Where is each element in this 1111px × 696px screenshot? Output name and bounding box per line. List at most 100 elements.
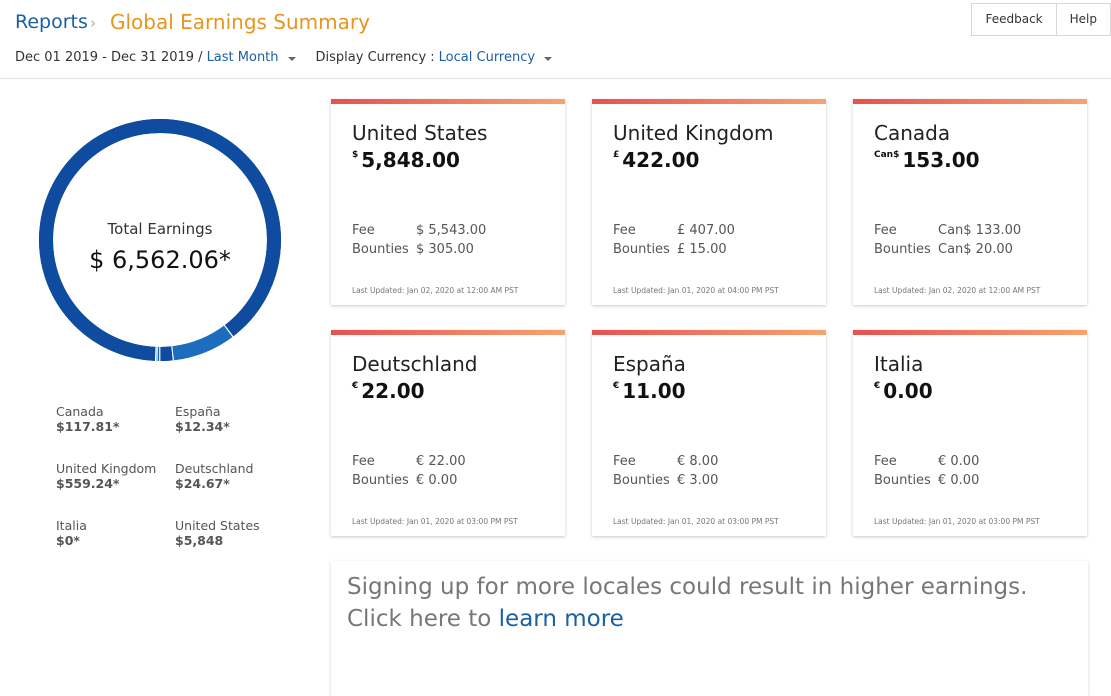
card-country: España (613, 352, 686, 376)
card-bounties-value: $ 305.00 (416, 242, 474, 257)
card-amount-value: 422.00 (622, 148, 700, 172)
card-amount-value: 5,848.00 (361, 148, 460, 172)
card-bounties-label: Bounties (613, 473, 670, 488)
card-amount-value: 153.00 (902, 148, 980, 172)
header-actions: Feedback Help (971, 3, 1111, 36)
card-bounties-value: € 0.00 (416, 473, 458, 488)
card-amount-value: 22.00 (361, 379, 425, 403)
learn-more-link[interactable]: learn more (499, 606, 624, 632)
total-earnings-label: Total Earnings (107, 220, 213, 238)
card-fee-row: Fee € 0.00 (874, 454, 979, 469)
card-fee-value: £ 407.00 (677, 223, 735, 238)
card-accent-bar (331, 99, 565, 104)
card-bounties-row: Bounties € 0.00 (874, 473, 979, 488)
card-bounties-value: € 3.00 (677, 473, 719, 488)
card-fee-value: € 22.00 (416, 454, 466, 469)
card-bounties-value: Can$ 20.00 (938, 242, 1013, 257)
card-accent-bar (592, 99, 826, 104)
card-bounties-label: Bounties (352, 473, 409, 488)
country-card-deutschland[interactable]: Deutschland €22.00 Fee € 22.00 Bounties € … (331, 330, 565, 536)
card-fee-label: Fee (613, 223, 636, 238)
card-currency-symbol: Can$ (874, 150, 900, 160)
card-fee-value: $ 5,543.00 (416, 223, 487, 238)
legend-value: $12.34* (175, 419, 230, 434)
legend-name: United Kingdom (56, 461, 157, 476)
card-fee-value: € 8.00 (677, 454, 719, 469)
card-currency-symbol: £ (613, 150, 620, 160)
period-chevron-down-icon[interactable] (287, 56, 296, 61)
legend-name: Canada (56, 404, 104, 419)
card-amount-value: 11.00 (622, 379, 686, 403)
currency-chevron-down-icon[interactable] (544, 56, 553, 61)
card-country: Deutschland (352, 352, 478, 376)
legend-item-italia: Italia $0* (56, 518, 87, 548)
card-bounties-label: Bounties (613, 242, 670, 257)
earnings-donut-chart (38, 118, 282, 362)
legend-value: $5,848 (175, 533, 224, 548)
card-bounties-row: Bounties € 0.00 (352, 473, 457, 488)
card-currency-symbol: € (874, 381, 881, 391)
card-last-updated: Last Updated: Jan 01, 2020 at 03:00 PM P… (874, 517, 1040, 526)
card-bounties-row: Bounties £ 15.00 (613, 242, 727, 257)
country-card-united-states[interactable]: United States $5,848.00 Fee $ 5,543.00 Bo… (331, 99, 565, 305)
card-bounties-label: Bounties (352, 242, 409, 257)
country-card-united-kingdom[interactable]: United Kingdom £422.00 Fee £ 407.00 Bount… (592, 99, 826, 305)
card-last-updated: Last Updated: Jan 02, 2020 at 12:00 AM P… (874, 286, 1041, 295)
currency-label: Display Currency : (315, 50, 435, 65)
period-dropdown[interactable]: Last Month (207, 50, 279, 65)
legend-value: $0* (56, 533, 80, 548)
card-last-updated: Last Updated: Jan 01, 2020 at 03:00 PM P… (352, 517, 518, 526)
donut-segment-united-states (39, 119, 281, 361)
card-bounties-row: Bounties $ 305.00 (352, 242, 474, 257)
legend-value: $559.24* (56, 476, 120, 491)
card-country: Italia (874, 352, 924, 376)
country-card-canada[interactable]: Canada Can$ 153.00 Fee Can$ 133.00 Bountie… (853, 99, 1087, 305)
filter-bar: Dec 01 2019 - Dec 31 2019 / Last Month D… (15, 50, 553, 65)
card-fee-label: Fee (352, 223, 375, 238)
card-last-updated: Last Updated: Jan 02, 2020 at 12:00 AM P… (352, 286, 519, 295)
more-locales-promo: Signing up for more locales could result… (331, 561, 1088, 696)
help-button[interactable]: Help (1056, 4, 1111, 35)
total-earnings-value: $ 6,562.06* (89, 246, 231, 274)
card-bounties-row: Bounties Can$ 20.00 (874, 242, 1013, 257)
card-amount: €0.00 (874, 379, 933, 403)
legend-item-united-states: United States $5,848 (175, 518, 260, 548)
card-currency-symbol: $ (352, 150, 359, 160)
card-fee-row: Fee $ 5,543.00 (352, 223, 486, 238)
card-country: United States (352, 121, 488, 145)
breadcrumb-reports-link[interactable]: Reports (15, 11, 88, 33)
card-country: Canada (874, 121, 951, 145)
country-card-italia[interactable]: Italia €0.00 Fee € 0.00 Bounties € 0.00 La… (853, 330, 1087, 536)
card-currency-symbol: € (352, 381, 359, 391)
card-fee-value: Can$ 133.00 (938, 223, 1022, 238)
legend-name: España (175, 404, 221, 419)
card-amount: €11.00 (613, 379, 686, 403)
country-card-espana[interactable]: España €11.00 Fee € 8.00 Bounties € 3.00 L… (592, 330, 826, 536)
feedback-button[interactable]: Feedback (972, 4, 1057, 35)
card-fee-row: Fee € 8.00 (613, 454, 718, 469)
card-accent-bar (592, 330, 826, 335)
card-bounties-label: Bounties (874, 242, 931, 257)
card-amount: $5,848.00 (352, 148, 460, 172)
card-fee-label: Fee (613, 454, 636, 469)
card-fee-label: Fee (874, 454, 897, 469)
breadcrumb-separator-icon: › (90, 14, 96, 32)
card-bounties-value: £ 15.00 (677, 242, 727, 257)
card-accent-bar (853, 330, 1087, 335)
legend-value: $117.81* (56, 419, 120, 434)
card-accent-bar (331, 330, 565, 335)
card-amount: £422.00 (613, 148, 699, 172)
legend-item-united-kingdom: United Kingdom $559.24* (56, 461, 156, 491)
legend-name: Deutschland (175, 461, 254, 476)
promo-message: Signing up for more locales could result… (347, 574, 1028, 632)
card-amount: €22.00 (352, 379, 425, 403)
card-currency-symbol: € (613, 381, 620, 391)
card-country: United Kingdom (613, 121, 774, 145)
card-amount-value: 0.00 (883, 379, 933, 403)
legend-item-espana: España $12.34* (175, 404, 230, 434)
card-fee-row: Fee £ 407.00 (613, 223, 735, 238)
card-fee-row: Fee Can$ 133.00 (874, 223, 1021, 238)
header: Reports › Global Earnings Summary Feedba… (0, 0, 1111, 79)
card-fee-label: Fee (874, 223, 897, 238)
currency-dropdown[interactable]: Local Currency (439, 50, 535, 65)
